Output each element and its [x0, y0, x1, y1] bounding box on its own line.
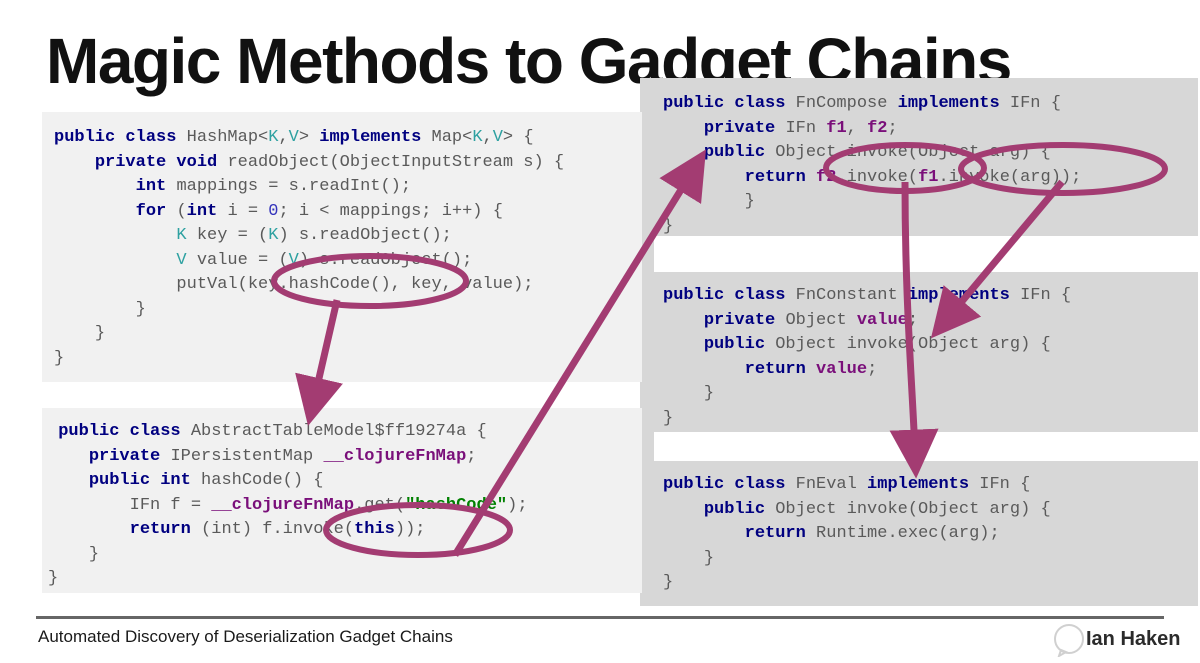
right-column-backdrop [640, 78, 654, 606]
footer-divider [36, 616, 1164, 619]
code-block-fneval: public class FnEval implements IFn { pub… [653, 461, 1198, 606]
speech-bubble-logo-icon [1054, 624, 1084, 657]
code-block-fnconstant: public class FnConstant implements IFn {… [653, 272, 1198, 432]
footer-subtitle: Automated Discovery of Deserialization G… [38, 627, 453, 646]
author-name: Ian Haken [1086, 628, 1181, 650]
code-block-hashmap: public class HashMap<K,V> implements Map… [42, 112, 642, 382]
code-block-fncompose: public class FnCompose implements IFn { … [653, 78, 1198, 236]
code-block-abstracttablemodel: public class AbstractTableModel$ff19274a… [42, 408, 642, 593]
slide-canvas: Magic Methods to Gadget Chains public cl… [0, 0, 1200, 663]
footer-logo: Ian Haken [1052, 620, 1192, 662]
